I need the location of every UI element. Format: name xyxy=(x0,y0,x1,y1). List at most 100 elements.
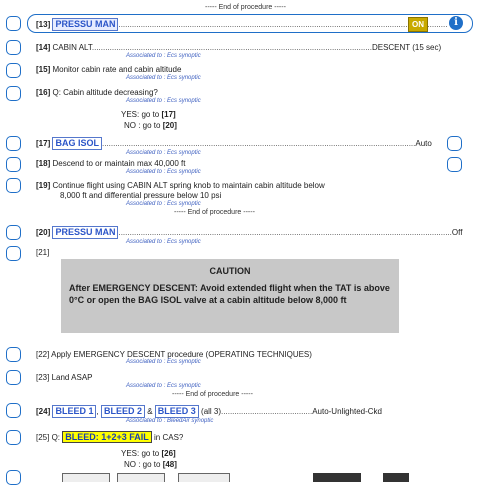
checkbox-step-16[interactable] xyxy=(6,86,21,101)
assoc-step-18[interactable]: Associated to : Ecs synoptic xyxy=(126,169,201,175)
bleed-value: Auto-Unlighted-Ckd xyxy=(312,407,382,416)
ampersand: & xyxy=(147,407,153,416)
assoc-step-24[interactable]: Associated to : BleedAir synoptic xyxy=(126,418,213,424)
assoc-step-17[interactable]: Associated to : Ecs synoptic xyxy=(126,150,201,156)
dots: ........................................… xyxy=(118,228,452,237)
checkbox-step-18[interactable] xyxy=(6,157,21,172)
end-of-procedure-23: ----- End of procedure ----- xyxy=(172,391,253,398)
step-15-line: [15] Monitor cabin rate and cabin altitu… xyxy=(36,65,181,74)
caution-title: CAUTION xyxy=(209,266,251,276)
step-23-label: Land ASAP xyxy=(51,373,93,382)
yes-label: YES: go to xyxy=(121,110,162,119)
end-of-procedure-top: ----- End of procedure ----- xyxy=(205,4,286,11)
pressu-man-button-2[interactable]: PRESSU MAN xyxy=(52,226,119,239)
step-15-label: Monitor cabin rate and cabin altitude xyxy=(52,65,182,74)
step-20-line: [20] PRESSU MAN.........................… xyxy=(36,226,462,239)
step-22-line: [22] Apply EMERGENCY DESCENT procedure (… xyxy=(36,350,312,359)
step-24-line: [24] BLEED 1, BLEED 2 & BLEED 3 (all 3).… xyxy=(36,405,382,418)
checkbox-step-13[interactable] xyxy=(6,16,21,31)
dots: ........................................… xyxy=(221,407,313,416)
assoc-step-15[interactable]: Associated to : Ecs synoptic xyxy=(126,75,201,81)
no-ref-link-25[interactable]: [48] xyxy=(163,460,177,469)
step-18-label: Descend to or maintain max 40,000 ft xyxy=(52,159,186,168)
step-19-line-1: [19] Continue flight using CABIN ALT spr… xyxy=(36,181,325,190)
checkbox-step-15[interactable] xyxy=(6,63,21,78)
step-13-number: [13] xyxy=(36,20,51,29)
assoc-step-22[interactable]: Associated to : Ecs synoptic xyxy=(126,359,201,365)
step-16-question: Q: Cabin altitude decreasing? xyxy=(52,88,158,97)
yes-ref-link[interactable]: [17] xyxy=(161,110,175,119)
cabin-alt-label: CABIN ALT xyxy=(52,43,92,52)
checkbox-step-22[interactable] xyxy=(6,347,21,362)
bag-isol-value: Auto xyxy=(415,139,432,148)
step-14-number: [14] xyxy=(36,43,51,52)
step-22-number: [22] xyxy=(36,350,50,359)
no-label: NO : go to xyxy=(124,121,163,130)
step-16-yes: YES: go to [17] xyxy=(121,110,176,119)
step-21-number: [21] xyxy=(36,248,50,257)
step-19-text-2: 8,000 ft and differential pressure below… xyxy=(60,191,222,200)
bleed-fail-cas-tag: BLEED: 1+2+3 FAIL xyxy=(62,431,152,443)
comma: , xyxy=(96,407,99,416)
on-badge: ON xyxy=(408,17,428,32)
bag-isol-button[interactable]: BAG ISOL xyxy=(52,137,102,150)
step-19-text-1: Continue flight using CABIN ALT spring k… xyxy=(52,181,325,190)
checkbox-step-18-right[interactable] xyxy=(447,157,462,172)
all-3-label: (all 3) xyxy=(201,407,222,416)
assoc-step-23[interactable]: Associated to : Ecs synoptic xyxy=(126,383,201,389)
checkbox-step-17-right[interactable] xyxy=(447,136,462,151)
dots: ........................................… xyxy=(118,20,448,29)
step-21-line: [21] xyxy=(36,248,49,257)
end-of-procedure-19: ----- End of procedure ----- xyxy=(174,209,255,216)
step-25-yes: YES: go to [26] xyxy=(121,449,176,458)
caution-text: After EMERGENCY DESCENT: Avoid extended … xyxy=(69,283,390,305)
dots: ........................................… xyxy=(91,43,372,52)
step-25-line: [25] Q: BLEED: 1+2+3 FAIL in CAS? xyxy=(36,431,184,443)
no-ref-link[interactable]: [20] xyxy=(163,121,177,130)
pressu-man-value: Off xyxy=(451,228,463,237)
step-16-no: NO : go to [20] xyxy=(124,121,177,130)
checkbox-step-14[interactable] xyxy=(6,40,21,55)
step-14-line: [14] CABIN ALT..........................… xyxy=(36,43,441,52)
assoc-step-20[interactable]: Associated to : Ecs synoptic xyxy=(126,239,201,245)
step-18-number: [18] xyxy=(36,159,51,168)
checkbox-step-21[interactable] xyxy=(6,246,21,261)
no-label-25: NO : go to xyxy=(124,460,163,469)
checkbox-step-23[interactable] xyxy=(6,370,21,385)
info-icon[interactable]: i xyxy=(449,16,463,30)
step-13-line: [13] PRESSU MAN.........................… xyxy=(36,18,447,31)
step-22-label: Apply EMERGENCY DESCENT procedure (OPERA… xyxy=(51,350,312,359)
assoc-step-16[interactable]: Associated to : Ecs synoptic xyxy=(126,98,201,104)
step-25-number: [25] xyxy=(36,433,50,442)
step-15-number: [15] xyxy=(36,65,51,74)
assoc-step-19[interactable]: Associated to : Ecs synoptic xyxy=(126,201,201,207)
yes-label-25: YES: go to xyxy=(121,449,162,458)
step-23-number: [23] xyxy=(36,373,50,382)
step-23-line: [23] Land ASAP xyxy=(36,373,93,382)
step-17-line: [17] BAG ISOL...........................… xyxy=(36,137,432,150)
bleed-3-button[interactable]: BLEED 3 xyxy=(154,405,199,418)
step-18-line: [18] Descend to or maintain max 40,000 f… xyxy=(36,159,185,168)
step-25-no: NO : go to [48] xyxy=(124,460,177,469)
checkbox-step-20[interactable] xyxy=(6,225,21,240)
caution-box: CAUTION After EMERGENCY DESCENT: Avoid e… xyxy=(61,259,399,333)
checkbox-step-19[interactable] xyxy=(6,178,21,193)
step-16-line: [16] Q: Cabin altitude decreasing? xyxy=(36,88,158,97)
step-20-number: [20] xyxy=(36,228,51,237)
step-19-number: [19] xyxy=(36,181,51,190)
checkbox-step-17[interactable] xyxy=(6,136,21,151)
step-25-q: Q: xyxy=(51,433,61,442)
step-16-number: [16] xyxy=(36,88,51,97)
step-25-cas: in CAS? xyxy=(154,433,184,442)
pressu-man-button[interactable]: PRESSU MAN xyxy=(52,18,119,31)
cabin-alt-value: DESCENT (15 sec) xyxy=(371,43,442,52)
assoc-step-14[interactable]: Associated to : Ecs synoptic xyxy=(126,53,201,59)
step-17-number: [17] xyxy=(36,139,51,148)
yes-ref-link-25[interactable]: [26] xyxy=(161,449,175,458)
checkbox-step-24[interactable] xyxy=(6,403,21,418)
checkbox-step-25[interactable] xyxy=(6,430,21,445)
bleed-1-button[interactable]: BLEED 1 xyxy=(52,405,97,418)
step-24-number: [24] xyxy=(36,407,51,416)
bleed-2-button[interactable]: BLEED 2 xyxy=(100,405,145,418)
dots: ........................................… xyxy=(101,139,416,148)
